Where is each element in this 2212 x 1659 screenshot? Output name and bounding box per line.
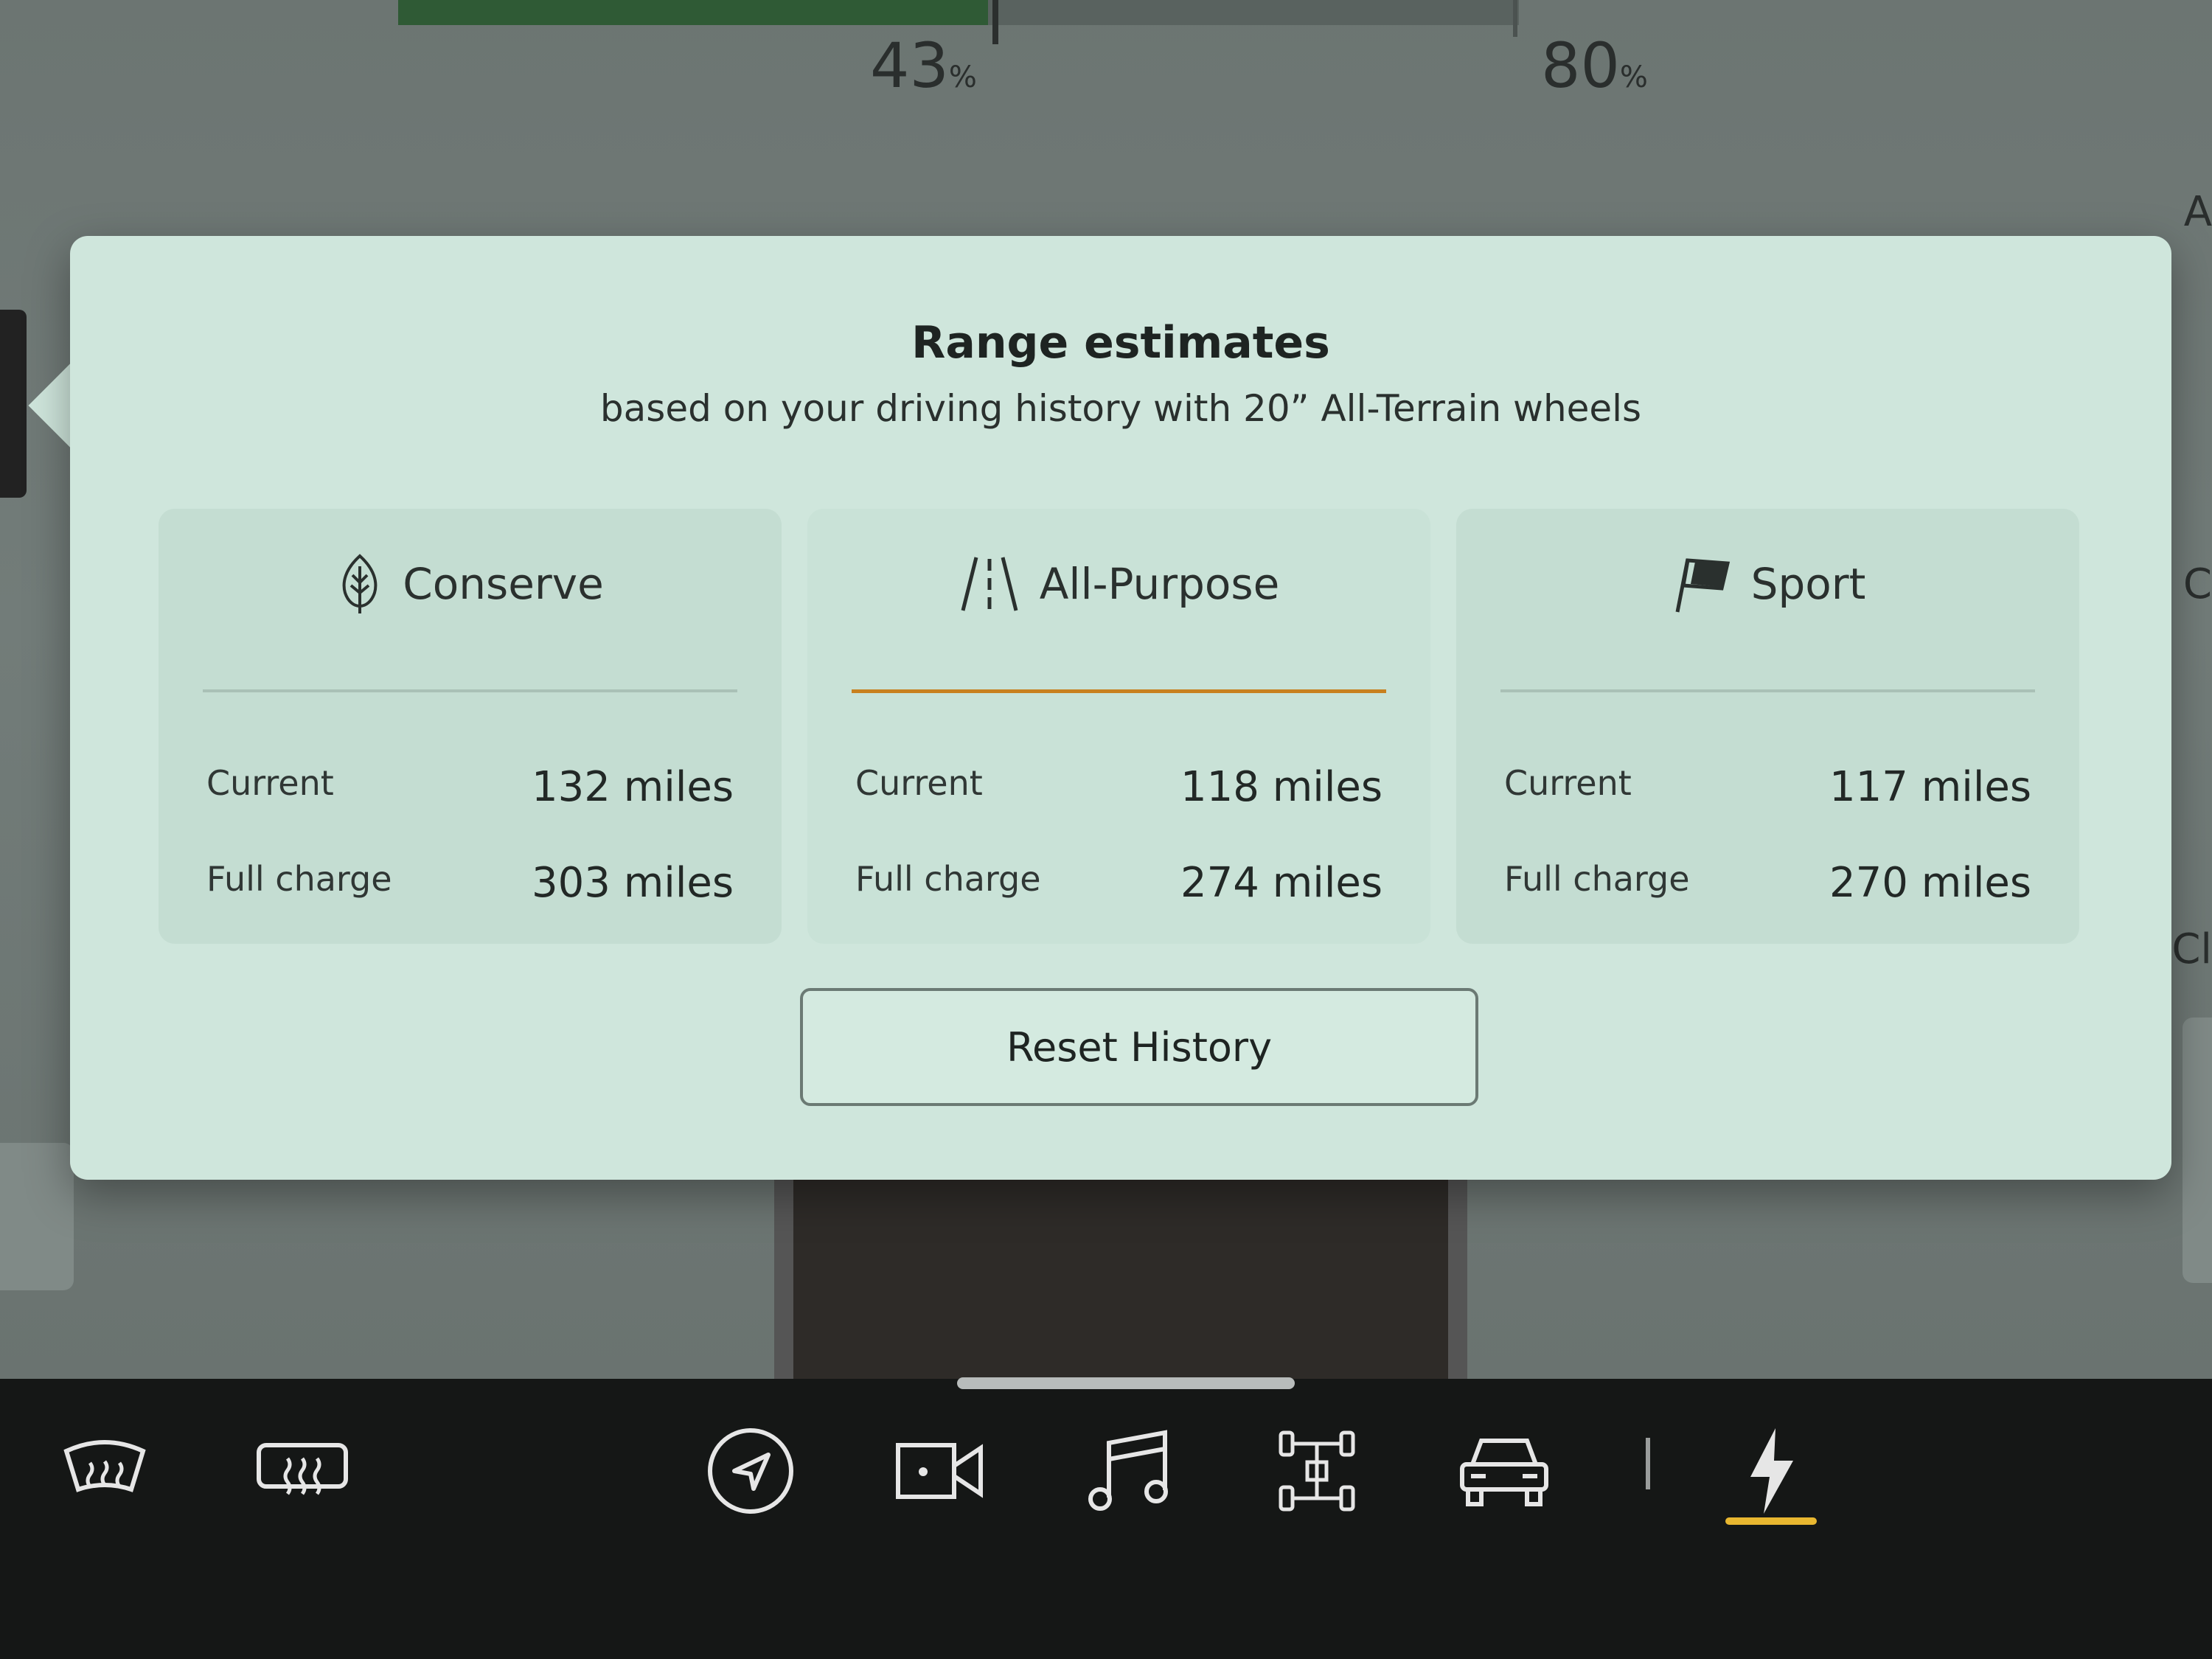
- charge-level-bar[interactable]: [398, 0, 1519, 25]
- current-range-label: Current: [1504, 763, 1632, 803]
- full-charge-label: Full charge: [1504, 859, 1690, 899]
- vehicle-icon[interactable]: [1453, 1419, 1556, 1523]
- side-text-fragment: Cl: [2171, 925, 2212, 973]
- flag-icon: [1675, 558, 1730, 613]
- current-range-value: 132 miles: [532, 763, 734, 811]
- full-charge-value: 303 miles: [532, 859, 734, 907]
- full-charge-value: 274 miles: [1180, 859, 1382, 907]
- mode-divider: [1500, 689, 2035, 692]
- home-handle[interactable]: [957, 1377, 1295, 1389]
- current-range-label: Current: [855, 763, 983, 803]
- full-charge-label: Full charge: [855, 859, 1041, 899]
- current-charge-marker: [992, 0, 998, 44]
- mode-card-all-purpose[interactable]: All-Purpose Current 118 miles Full charg…: [807, 509, 1430, 944]
- navigation-icon[interactable]: [699, 1419, 802, 1523]
- current-range-label: Current: [206, 763, 334, 803]
- current-charge-percent: 43%: [870, 29, 977, 102]
- reset-history-button[interactable]: Reset History: [800, 988, 1478, 1106]
- charge-limit-marker[interactable]: [1513, 0, 1517, 37]
- charge-limit-percent: 80%: [1541, 29, 1648, 102]
- mode-header: Sport: [1456, 553, 2079, 615]
- mode-selected-indicator: [852, 689, 1386, 693]
- camera-frame-edge: [1448, 1172, 1467, 1386]
- current-range-value: 118 miles: [1180, 763, 1382, 811]
- active-tab-indicator: [1725, 1517, 1817, 1525]
- mode-name: All-Purpose: [1039, 559, 1280, 609]
- side-text-fragment: A: [2183, 188, 2212, 236]
- popup-title: Range estimates: [911, 317, 1330, 369]
- leaf-icon: [342, 554, 378, 613]
- mode-card-conserve[interactable]: Conserve Current 132 miles Full charge 3…: [159, 509, 782, 944]
- background-card: [2183, 1018, 2212, 1283]
- front-defrost-icon[interactable]: [53, 1419, 156, 1523]
- road-icon: [961, 557, 1018, 611]
- side-text-fragment: C: [2183, 560, 2212, 608]
- range-estimates-popup: Range estimates based on your driving hi…: [70, 236, 2171, 1180]
- camera-preview: [774, 1172, 1467, 1386]
- mode-name: Conserve: [403, 559, 604, 609]
- camera-icon[interactable]: [888, 1419, 991, 1523]
- background-card: [0, 1143, 74, 1290]
- camera-frame-edge: [774, 1172, 793, 1386]
- popup-subtitle: based on your driving history with 20” A…: [599, 387, 1642, 430]
- side-panel-handle[interactable]: [0, 310, 27, 498]
- mode-divider: [203, 689, 737, 692]
- mode-name: Sport: [1750, 559, 1866, 609]
- energy-icon[interactable]: [1719, 1419, 1823, 1523]
- mode-card-sport[interactable]: Sport Current 117 miles Full charge 270 …: [1456, 509, 2079, 944]
- dock-separator: [1646, 1438, 1650, 1489]
- current-range-value: 117 miles: [1829, 763, 2031, 811]
- music-icon[interactable]: [1078, 1419, 1181, 1523]
- full-charge-label: Full charge: [206, 859, 392, 899]
- full-charge-value: 270 miles: [1829, 859, 2031, 907]
- rear-defrost-icon[interactable]: [251, 1419, 354, 1523]
- mode-header: All-Purpose: [807, 553, 1430, 615]
- drivetrain-icon[interactable]: [1265, 1419, 1368, 1523]
- charge-level-fill: [398, 0, 988, 25]
- mode-header: Conserve: [159, 553, 782, 615]
